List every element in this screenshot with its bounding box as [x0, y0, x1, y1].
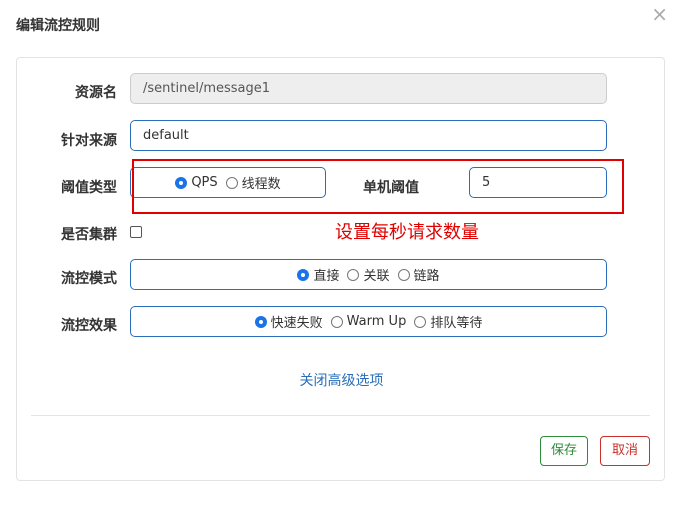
behavior-option-queue[interactable]: 排队等待: [414, 312, 482, 331]
toggle-advanced-link[interactable]: 关闭高级选项: [17, 370, 666, 390]
grade-label: 阈值类型: [61, 180, 117, 196]
dialog-title: 编辑流控规则: [16, 18, 100, 34]
radio-unchecked-icon[interactable]: [330, 315, 343, 328]
cluster-label: 是否集群: [61, 227, 117, 243]
strategy-radio-group: 直接 关联 链路: [130, 259, 607, 290]
cancel-button[interactable]: 取消: [600, 436, 650, 466]
behavior-option-fail-fast[interactable]: 快速失败: [254, 312, 323, 331]
control-behavior-radio-group: 快速失败 Warm Up 排队等待: [130, 306, 607, 337]
radio-checked-icon[interactable]: [297, 268, 310, 281]
close-icon[interactable]: ×: [651, 4, 668, 24]
footer-divider: [31, 415, 650, 416]
annotation-text: 设置每秒请求数量: [335, 222, 479, 243]
limit-app-label: 针对来源: [61, 133, 117, 149]
limit-app-input[interactable]: default: [130, 120, 607, 151]
resource-label: 资源名: [75, 85, 117, 101]
radio-unchecked-icon[interactable]: [414, 315, 427, 328]
rule-form-panel: 资源名 /sentinel/message1 针对来源 default 阈值类型…: [16, 57, 665, 481]
cluster-checkbox[interactable]: [130, 226, 142, 238]
strategy-option-direct[interactable]: 直接: [297, 265, 339, 284]
resource-input: /sentinel/message1: [130, 73, 607, 104]
save-button[interactable]: 保存: [540, 436, 588, 466]
behavior-option-warm-up[interactable]: Warm Up: [330, 314, 406, 329]
radio-unchecked-icon[interactable]: [397, 268, 410, 281]
highlight-box: [132, 159, 624, 214]
control-behavior-label: 流控效果: [61, 318, 117, 334]
strategy-option-chain[interactable]: 链路: [397, 265, 440, 284]
radio-unchecked-icon[interactable]: [347, 268, 360, 281]
radio-checked-icon[interactable]: [254, 315, 267, 328]
strategy-option-relate[interactable]: 关联: [347, 265, 390, 284]
strategy-label: 流控模式: [61, 271, 117, 287]
